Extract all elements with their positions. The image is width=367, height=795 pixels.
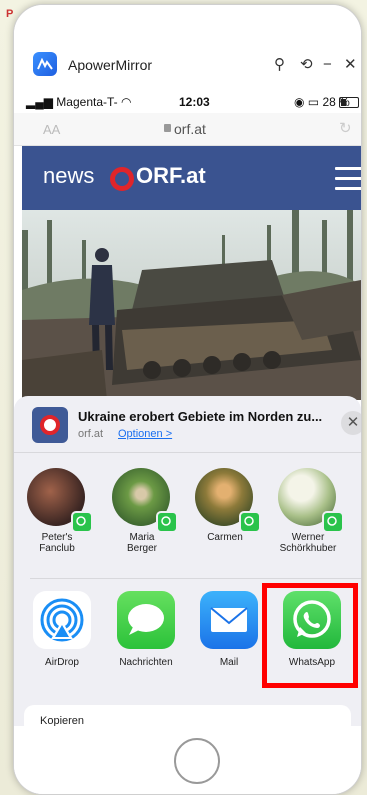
carrier-label: ▂▄▆ Magenta-T- ◠	[26, 95, 132, 109]
status-time: 12:03	[179, 95, 210, 109]
mirrored-phone-screen: ▂▄▆ Magenta-T- ◠ 12:03 ◉ ▭ 28 % AA orf.a…	[14, 91, 361, 794]
whatsapp-badge-icon	[239, 511, 261, 533]
app-label: AirDrop	[45, 657, 79, 668]
share-sheet: Ukraine erobert Gebiete im Norden zu... …	[14, 396, 361, 794]
desktop-corner-mark: P	[6, 8, 14, 20]
window-titlebar[interactable]: ApowerMirror ⚲ ⟲ − ✕	[14, 5, 361, 91]
pin-icon[interactable]: ⚲	[274, 57, 285, 73]
contact-name: Werner Schörkhuber	[279, 532, 337, 554]
reload-icon[interactable]: ↻	[339, 119, 352, 137]
apowermirror-logo-icon	[33, 52, 57, 76]
contact-name: Maria Berger	[126, 532, 157, 554]
contact-name: Peter's Fanclub	[39, 532, 75, 554]
rotate-icon[interactable]: ⟲	[300, 57, 313, 73]
text-size-button[interactable]: AA	[43, 122, 60, 137]
close-window-button[interactable]: ✕	[344, 57, 357, 73]
wifi-icon: ◠	[117, 95, 132, 109]
orf-site-icon	[32, 407, 68, 443]
home-button[interactable]	[174, 738, 220, 784]
menu-icon[interactable]	[335, 167, 361, 197]
share-article-header: Ukraine erobert Gebiete im Norden zu... …	[14, 396, 361, 452]
minimize-button[interactable]: −	[323, 57, 332, 73]
article-photo	[22, 210, 361, 400]
divider	[30, 578, 361, 579]
options-link[interactable]: Optionen >	[118, 428, 172, 440]
app-label: Mail	[219, 657, 239, 668]
whatsapp-badge-icon	[156, 511, 178, 533]
whatsapp-badge-icon	[71, 511, 93, 533]
safari-address-bar[interactable]: AA orf.at ↻	[14, 113, 361, 146]
close-icon[interactable]: ✕	[341, 411, 361, 435]
battery-icon	[339, 97, 359, 108]
divider	[14, 452, 361, 453]
apowermirror-window: ApowerMirror ⚲ ⟲ − ✕ ▂▄▆ Magenta-T- ◠ 12…	[13, 4, 362, 795]
article-site: orf.at	[78, 428, 104, 440]
orf-ring-icon	[110, 167, 134, 191]
contact-name: Carmen	[207, 532, 243, 543]
window-title: ApowerMirror	[68, 57, 153, 73]
mail-icon	[200, 591, 258, 649]
contacts-row: Peter's Fanclub Maria Berger Carmen Werner…	[14, 468, 361, 578]
url-text[interactable]: orf.at	[174, 121, 206, 137]
lock-rotation-icon: ◉ ▭	[294, 95, 323, 109]
signal-icon: ▂▄▆	[26, 95, 57, 109]
orf-site-header: news ORF.at	[22, 146, 361, 210]
app-label: Nachrichten	[119, 657, 173, 668]
whatsapp-badge-icon	[322, 511, 344, 533]
airdrop-icon	[33, 591, 91, 649]
lock-icon	[164, 124, 171, 132]
home-area	[14, 726, 361, 794]
messages-icon	[117, 591, 175, 649]
article-title: Ukraine erobert Gebiete im Norden zu...	[78, 409, 323, 424]
whatsapp-highlight-box	[262, 583, 358, 688]
status-bar: ▂▄▆ Magenta-T- ◠ 12:03 ◉ ▭ 28 %	[14, 91, 361, 113]
